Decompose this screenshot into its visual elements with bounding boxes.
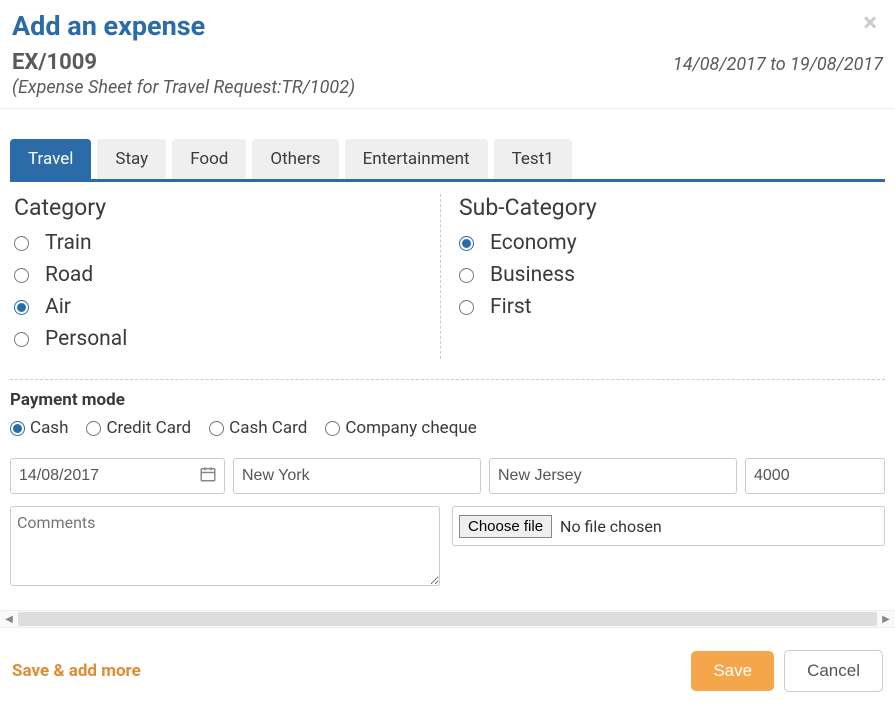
radio-label: Train — [45, 231, 92, 255]
radio-first[interactable] — [459, 300, 474, 315]
radio-company-cheque[interactable] — [325, 421, 340, 436]
subcategory-label: Sub-Category — [459, 194, 881, 221]
date-input[interactable] — [10, 458, 225, 494]
expense-description: (Expense Sheet for Travel Request:TR/100… — [12, 77, 355, 98]
scroll-right-icon[interactable]: ▶ — [877, 610, 895, 628]
radio-air[interactable] — [14, 300, 29, 315]
radio-label: Credit Card — [106, 418, 191, 438]
comments-input[interactable] — [10, 506, 440, 586]
radio-label: Cash — [30, 418, 68, 438]
subcategory-option-first[interactable]: First — [459, 295, 881, 319]
fields-row — [10, 458, 885, 494]
save-and-add-more-link[interactable]: Save & add more — [12, 661, 141, 681]
amount-input[interactable] — [745, 458, 885, 494]
radio-label: Business — [490, 263, 575, 287]
scroll-track[interactable] — [18, 612, 877, 626]
divider — [0, 108, 895, 109]
from-input[interactable] — [233, 458, 481, 494]
radio-label: Economy — [490, 231, 577, 255]
radio-cash-card[interactable] — [209, 421, 224, 436]
radio-label: Road — [45, 263, 93, 287]
payment-mode-label: Payment mode — [10, 390, 885, 410]
radio-label: Personal — [45, 327, 127, 351]
file-upload-area: Choose file No file chosen — [452, 506, 885, 546]
category-option-road[interactable]: Road — [14, 263, 436, 287]
radio-label: First — [490, 295, 532, 319]
expense-id: EX/1009 — [12, 50, 355, 75]
tab-test1[interactable]: Test1 — [494, 139, 572, 179]
expense-subheader: EX/1009 (Expense Sheet for Travel Reques… — [0, 50, 895, 108]
tab-travel[interactable]: Travel — [10, 139, 91, 179]
tab-others[interactable]: Others — [252, 139, 338, 179]
category-option-air[interactable]: Air — [14, 295, 436, 319]
save-button[interactable]: Save — [691, 651, 774, 691]
payment-mode-options: Cash Credit Card Cash Card Company chequ… — [10, 418, 885, 438]
tab-food[interactable]: Food — [172, 139, 246, 179]
choose-file-button[interactable]: Choose file — [459, 515, 552, 538]
payment-option-cash-card[interactable]: Cash Card — [209, 418, 307, 438]
category-label: Category — [14, 194, 436, 221]
radio-credit-card[interactable] — [86, 421, 101, 436]
category-option-personal[interactable]: Personal — [14, 327, 436, 351]
payment-option-company-cheque[interactable]: Company cheque — [325, 418, 476, 438]
dialog-header: Add an expense × — [0, 0, 895, 50]
radio-personal[interactable] — [14, 332, 29, 347]
cancel-button[interactable]: Cancel — [784, 650, 883, 692]
radio-label: Company cheque — [345, 418, 476, 438]
category-option-train[interactable]: Train — [14, 231, 436, 255]
to-input[interactable] — [489, 458, 737, 494]
expense-date-range: 14/08/2017 to 19/08/2017 — [673, 54, 883, 75]
tab-entertainment[interactable]: Entertainment — [345, 139, 488, 179]
radio-cash[interactable] — [10, 421, 25, 436]
radio-economy[interactable] — [459, 236, 474, 251]
category-section: Category Train Road Air Personal Sub-Cat… — [10, 194, 885, 359]
subcategory-option-economy[interactable]: Economy — [459, 231, 881, 255]
expense-tabs: Travel Stay Food Others Entertainment Te… — [10, 139, 885, 182]
bottom-row: Choose file No file chosen — [10, 506, 885, 586]
no-file-label: No file chosen — [560, 517, 662, 536]
divider-dashed — [10, 379, 885, 380]
payment-option-credit-card[interactable]: Credit Card — [86, 418, 191, 438]
radio-road[interactable] — [14, 268, 29, 283]
dialog-title: Add an expense — [12, 10, 883, 42]
radio-label: Air — [45, 295, 71, 319]
radio-label: Cash Card — [229, 418, 307, 438]
radio-business[interactable] — [459, 268, 474, 283]
close-icon[interactable]: × — [863, 10, 877, 36]
horizontal-scrollbar[interactable]: ◀ ▶ — [0, 610, 895, 628]
subcategory-option-business[interactable]: Business — [459, 263, 881, 287]
dialog-footer: Save & add more Save Cancel — [0, 628, 895, 708]
tab-stay[interactable]: Stay — [97, 139, 166, 179]
payment-option-cash[interactable]: Cash — [10, 418, 68, 438]
radio-train[interactable] — [14, 236, 29, 251]
date-field-wrap — [10, 458, 225, 494]
scroll-left-icon[interactable]: ◀ — [0, 610, 18, 628]
